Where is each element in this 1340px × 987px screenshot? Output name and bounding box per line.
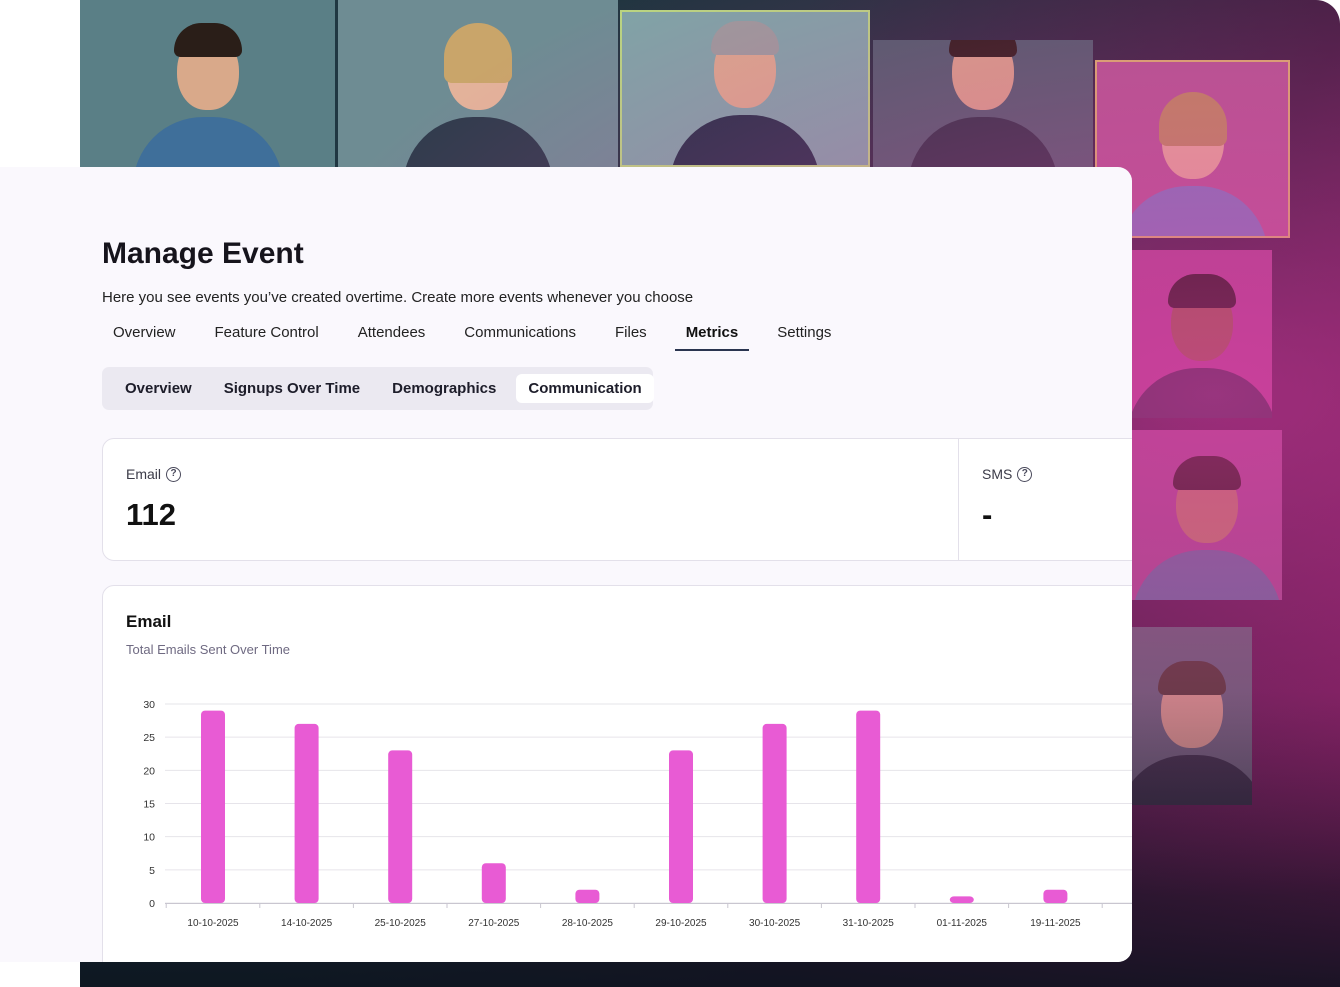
help-circle-icon[interactable]: ? — [166, 466, 182, 482]
sms-stat-value: - — [982, 497, 993, 532]
sms-stat: SMS ? - — [959, 439, 1132, 560]
participant-tile — [1132, 627, 1252, 805]
subtab-signups-over-time[interactable]: Signups Over Time — [212, 374, 372, 403]
tab-settings[interactable]: Settings — [766, 322, 842, 351]
bar — [575, 889, 600, 903]
manage-event-panel: Manage Event Here you see events you’ve … — [0, 167, 1132, 962]
bar — [388, 750, 413, 903]
subtab-communication[interactable]: Communication — [516, 374, 654, 403]
tab-attendees[interactable]: Attendees — [347, 322, 437, 351]
bar — [949, 896, 974, 903]
help-circle-icon[interactable]: ? — [1017, 466, 1033, 482]
bar — [294, 723, 319, 903]
x-tick-label: 30-10-2025 — [749, 918, 801, 929]
email-stat-label: Email — [126, 466, 162, 482]
y-tick-label: 10 — [143, 832, 155, 844]
email-stat-value: 112 — [126, 497, 177, 532]
x-tick-label: 31-10-2025 — [843, 918, 895, 929]
bar — [669, 750, 693, 903]
x-tick-label: 25-10-2025 — [375, 918, 427, 929]
x-tick-label: 10-10-2025 — [187, 918, 239, 929]
email-bar-chart: 0 5 10 15 20 25 30 10-10-2025 14-10-2025 25-10-20… — [143, 699, 1132, 929]
participant-tile — [1132, 250, 1272, 418]
sms-stat-label: SMS — [982, 466, 1013, 482]
x-tick-label: 19-11-2025 — [1030, 918, 1081, 929]
tab-files[interactable]: Files — [604, 322, 658, 351]
x-tick-label: 27-10-2025 — [468, 918, 520, 929]
y-tick-label: 20 — [143, 765, 155, 777]
subtab-overview[interactable]: Overview — [113, 374, 204, 403]
communication-stats-card: Email ? 112 SMS ? - — [102, 438, 1132, 561]
participant-tile — [80, 0, 335, 167]
y-tick-label: 0 — [149, 898, 155, 910]
bar — [481, 863, 506, 903]
x-tick-label: 28-10-2025 — [562, 918, 614, 929]
email-chart-card: Email Total Emails Sent Over Time 0 5 10 15… — [102, 585, 1132, 962]
main-tabs: Overview Feature Control Attendees Commu… — [102, 322, 859, 352]
metrics-subtabs: Overview Signups Over Time Demographics … — [102, 367, 654, 410]
participant-tile — [873, 40, 1093, 167]
email-stat: Email ? 112 — [103, 439, 959, 560]
participant-tile — [1132, 430, 1282, 600]
participant-tile — [338, 0, 618, 167]
y-tick-label: 15 — [143, 799, 155, 811]
bar — [201, 710, 225, 903]
tab-communications[interactable]: Communications — [453, 322, 587, 351]
y-tick-label: 25 — [143, 732, 155, 744]
page-title: Manage Event — [102, 237, 304, 270]
bar — [1043, 889, 1068, 903]
bar — [856, 710, 881, 903]
subtab-demographics[interactable]: Demographics — [380, 374, 508, 403]
participant-tile — [620, 10, 870, 167]
x-tick-label: 01-11-2025 — [937, 918, 988, 929]
bar — [762, 723, 787, 903]
tab-feature-control[interactable]: Feature Control — [204, 322, 330, 351]
x-tick-label: 29-10-2025 — [655, 918, 707, 929]
y-tick-label: 5 — [149, 865, 155, 877]
x-tick-label: 14-10-2025 — [281, 918, 333, 929]
tab-overview[interactable]: Overview — [102, 322, 187, 351]
tab-metrics[interactable]: Metrics — [674, 322, 750, 351]
y-tick-label: 30 — [143, 699, 155, 711]
page-subtitle: Here you see events you’ve created overt… — [102, 289, 694, 306]
